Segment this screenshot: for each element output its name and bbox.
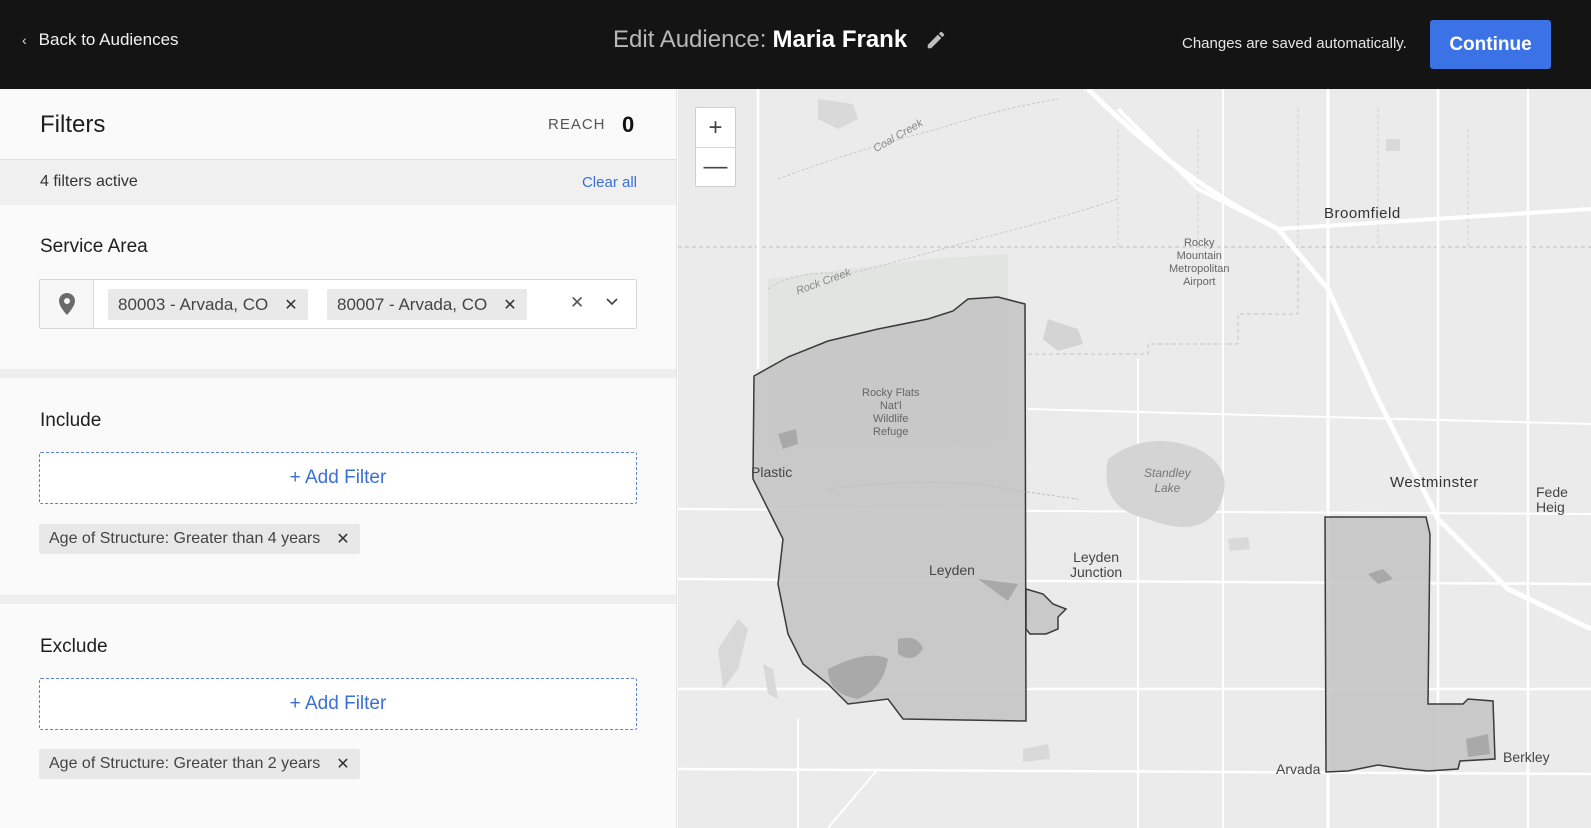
map-label-leyden: Leyden <box>929 562 975 578</box>
autosave-status: Changes are saved automatically. <box>1182 35 1407 52</box>
section-divider <box>0 369 676 378</box>
chevron-left-icon: ‹ <box>22 32 27 48</box>
filters-panel: Filters REACH 0 4 filters active Clear a… <box>0 89 677 828</box>
remove-chip-icon[interactable]: ✕ <box>503 295 516 315</box>
zip-chip-label: 80007 - Arvada, CO <box>337 294 488 314</box>
title-prefix: Edit Audience: <box>613 26 767 53</box>
map-canvas <box>678 89 1591 828</box>
map-label-airport: Rocky Mountain Metropolitan Airport <box>1169 237 1230 288</box>
zoom-in-button[interactable]: + <box>696 108 735 147</box>
filter-tag-label: Age of Structure: Greater than 2 years <box>49 755 321 772</box>
active-filters-count: 4 filters active <box>40 173 138 190</box>
map-view[interactable]: + — Broomfield Rocky Mountain Metropolit… <box>678 89 1591 828</box>
zoom-out-button[interactable]: — <box>696 147 735 186</box>
map-label-arvada: Arvada <box>1276 761 1321 777</box>
remove-filter-icon[interactable]: ✕ <box>336 754 349 774</box>
reach-label: REACH <box>548 116 606 133</box>
edit-name-pencil-icon[interactable] <box>925 29 947 51</box>
exclude-title: Exclude <box>40 636 108 657</box>
map-label-berkley: Berkley <box>1503 749 1550 765</box>
include-title: Include <box>40 410 102 431</box>
section-divider <box>0 595 676 604</box>
zoom-controls: + — <box>695 107 736 187</box>
include-filter-tag: Age of Structure: Greater than 4 years ✕ <box>39 524 360 554</box>
continue-button[interactable]: Continue <box>1430 20 1551 69</box>
active-filters-bar: 4 filters active Clear all <box>0 159 676 205</box>
service-area-title: Service Area <box>40 236 148 257</box>
zip-chip-label: 80003 - Arvada, CO <box>118 294 269 314</box>
clear-selection-icon[interactable]: ✕ <box>570 293 584 313</box>
filter-tag-label: Age of Structure: Greater than 4 years <box>49 530 321 547</box>
exclude-filter-tag: Age of Structure: Greater than 2 years ✕ <box>39 749 360 779</box>
map-label-refuge: Rocky Flats Nat'l Wildlife Refuge <box>862 387 920 438</box>
zip-chip: 80003 - Arvada, CO ✕ <box>108 289 308 320</box>
map-label-westminster: Westminster <box>1390 474 1479 491</box>
filters-heading: Filters <box>40 111 106 138</box>
location-pin-icon <box>40 280 94 328</box>
map-label-leyden-junction: Leyden Junction <box>1070 549 1123 580</box>
exclude-add-filter-button[interactable]: + Add Filter <box>39 678 637 730</box>
map-label-federal-heights: Fede Heig <box>1536 484 1568 515</box>
map-label-plastic: Plastic <box>751 464 793 480</box>
include-add-filter-button[interactable]: + Add Filter <box>39 452 637 504</box>
reach-value: 0 <box>622 112 635 137</box>
clear-all-link[interactable]: Clear all <box>582 174 637 191</box>
remove-filter-icon[interactable]: ✕ <box>336 529 349 549</box>
remove-chip-icon[interactable]: ✕ <box>284 295 297 315</box>
audience-name: Maria Frank <box>772 26 908 53</box>
chevron-down-icon[interactable] <box>605 294 619 308</box>
service-area-select[interactable]: 80003 - Arvada, CO ✕ 80007 - Arvada, CO … <box>39 279 637 329</box>
page-title: Edit Audience: Maria Frank <box>613 26 947 54</box>
top-bar: ‹ Back to Audiences Edit Audience: Maria… <box>0 0 1591 89</box>
map-label-broomfield: Broomfield <box>1324 205 1401 222</box>
back-to-audiences-link[interactable]: ‹ Back to Audiences <box>22 30 179 50</box>
map-label-standley-lake: Standley Lake <box>1144 466 1191 495</box>
back-label: Back to Audiences <box>38 30 179 49</box>
zip-chip: 80007 - Arvada, CO ✕ <box>327 289 527 320</box>
